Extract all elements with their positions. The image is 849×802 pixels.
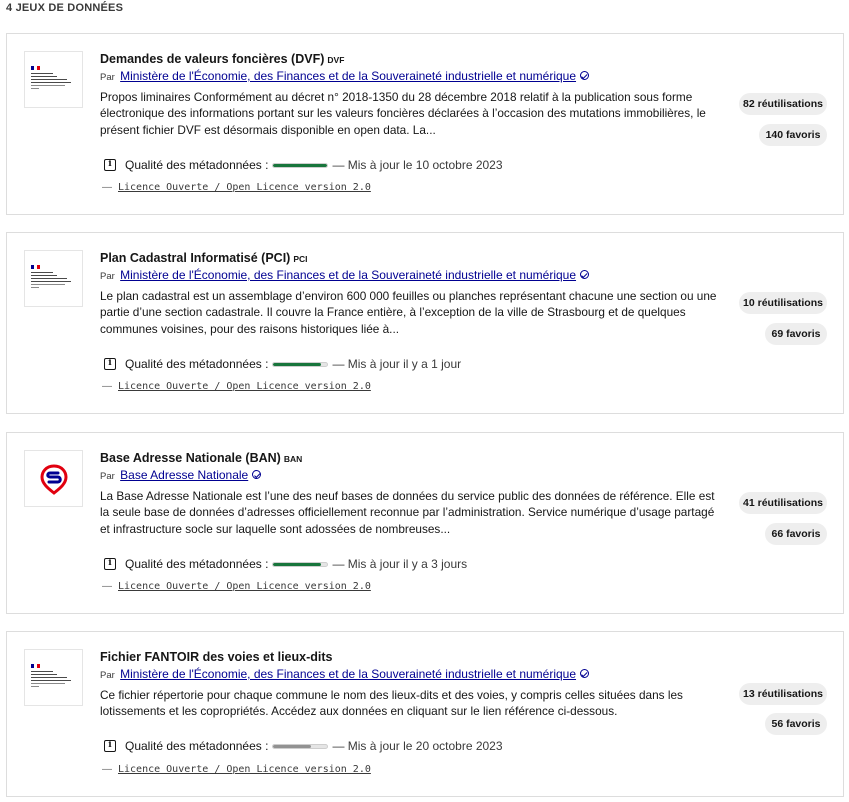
- quality-bar-fill: [273, 562, 321, 566]
- certified-icon: [580, 270, 590, 279]
- quality-bar: [272, 743, 329, 749]
- dataset-description: Propos liminaires Conformément au décret…: [100, 90, 706, 137]
- quality-bar: [272, 561, 329, 567]
- info-icon[interactable]: i: [104, 740, 116, 752]
- dataset-acronym: PCI: [293, 254, 308, 264]
- favorites-badge: 66 favoris: [765, 523, 827, 545]
- favorites-badge: 140 favoris: [759, 124, 827, 146]
- quality-bar-fill: [273, 744, 312, 748]
- certified-icon: [580, 669, 590, 678]
- organization-logo[interactable]: [24, 450, 83, 507]
- dataset-title[interactable]: Base Adresse Nationale (BAN) BAN: [100, 451, 302, 465]
- dataset-description: Ce fichier répertorie pour chaque commun…: [100, 688, 683, 719]
- metadata-quality: i Qualité des métadonnées : — Mis à jour…: [104, 739, 503, 753]
- info-icon[interactable]: i: [104, 358, 116, 370]
- reuses-badge: 10 réutilisations: [739, 292, 827, 314]
- license-row: — Licence Ouverte / Open Licence version …: [102, 581, 371, 592]
- organization-logo[interactable]: [24, 51, 83, 108]
- marianne-logo-icon: [30, 264, 77, 293]
- license-link[interactable]: Licence Ouverte / Open Licence version 2…: [118, 381, 371, 392]
- organization-link[interactable]: Ministère de l'Économie, des Finances et…: [120, 268, 576, 282]
- certified-icon: [580, 71, 590, 80]
- last-updated: — Mis à jour le 10 octobre 2023: [332, 158, 503, 172]
- organization-logo[interactable]: [24, 250, 83, 307]
- dataset-title[interactable]: Fichier FANTOIR des voies et lieux-dits: [100, 650, 335, 664]
- license-link[interactable]: Licence Ouverte / Open Licence version 2…: [118, 764, 371, 775]
- dataset-title[interactable]: Plan Cadastral Informatisé (PCI) PCI: [100, 251, 308, 265]
- reuses-badge: 13 réutilisations: [739, 683, 827, 705]
- ban-logo-icon: [39, 463, 68, 495]
- marianne-logo-icon: [30, 663, 77, 692]
- dataset-title[interactable]: Demandes de valeurs foncières (DVF) DVF: [100, 52, 344, 66]
- quality-bar: [272, 361, 329, 367]
- dataset-card[interactable]: Demandes de valeurs foncières (DVF) DVF P…: [6, 33, 844, 215]
- metadata-quality: i Qualité des métadonnées : — Mis à jour…: [104, 557, 467, 571]
- certified-icon: [252, 470, 262, 479]
- reuses-badge: 41 réutilisations: [739, 492, 827, 514]
- license-link[interactable]: Licence Ouverte / Open Licence version 2…: [118, 581, 371, 592]
- dataset-description: Le plan cadastral est un assemblage d’en…: [100, 289, 717, 336]
- organization-line: Par Ministère de l'Économie, des Finance…: [100, 69, 590, 83]
- dataset-card[interactable]: Base Adresse Nationale (BAN) BAN Par Base…: [6, 432, 844, 614]
- organization-link[interactable]: Ministère de l'Économie, des Finances et…: [120, 667, 576, 681]
- last-updated: — Mis à jour il y a 1 jour: [332, 357, 462, 371]
- quality-bar: [272, 162, 329, 168]
- marianne-logo-icon: [30, 65, 77, 94]
- dataset-count: 4 JEUX DE DONNÉES: [6, 2, 124, 14]
- dataset-card[interactable]: Plan Cadastral Informatisé (PCI) PCI Par …: [6, 232, 844, 414]
- dataset-acronym: DVF: [327, 55, 345, 65]
- license-row: — Licence Ouverte / Open Licence version …: [102, 764, 371, 775]
- favorites-badge: 69 favoris: [765, 323, 827, 345]
- reuses-badge: 82 réutilisations: [739, 93, 827, 115]
- quality-bar-fill: [273, 362, 321, 366]
- organization-link[interactable]: Ministère de l'Économie, des Finances et…: [120, 69, 576, 83]
- organization-link[interactable]: Base Adresse Nationale: [120, 468, 248, 482]
- quality-bar-fill: [273, 163, 328, 167]
- dataset-card[interactable]: Fichier FANTOIR des voies et lieux-dits …: [6, 631, 844, 797]
- last-updated: — Mis à jour le 20 octobre 2023: [332, 739, 503, 753]
- last-updated: — Mis à jour il y a 3 jours: [332, 557, 468, 571]
- metadata-quality: i Qualité des métadonnées : — Mis à jour…: [104, 357, 461, 371]
- license-link[interactable]: Licence Ouverte / Open Licence version 2…: [118, 182, 371, 193]
- organization-line: Par Ministère de l'Économie, des Finance…: [100, 268, 590, 282]
- organization-line: Par Base Adresse Nationale: [100, 468, 262, 482]
- info-icon[interactable]: i: [104, 159, 116, 171]
- metadata-quality: i Qualité des métadonnées : — Mis à jour…: [104, 158, 503, 172]
- favorites-badge: 56 favoris: [765, 713, 827, 735]
- dataset-description: La Base Adresse Nationale est l’une des …: [100, 489, 715, 536]
- license-row: — Licence Ouverte / Open Licence version …: [102, 381, 371, 392]
- dataset-acronym: BAN: [283, 454, 303, 464]
- license-row: — Licence Ouverte / Open Licence version …: [102, 182, 371, 193]
- organization-logo[interactable]: [24, 649, 83, 706]
- organization-line: Par Ministère de l'Économie, des Finance…: [100, 667, 590, 681]
- info-icon[interactable]: i: [104, 558, 116, 570]
